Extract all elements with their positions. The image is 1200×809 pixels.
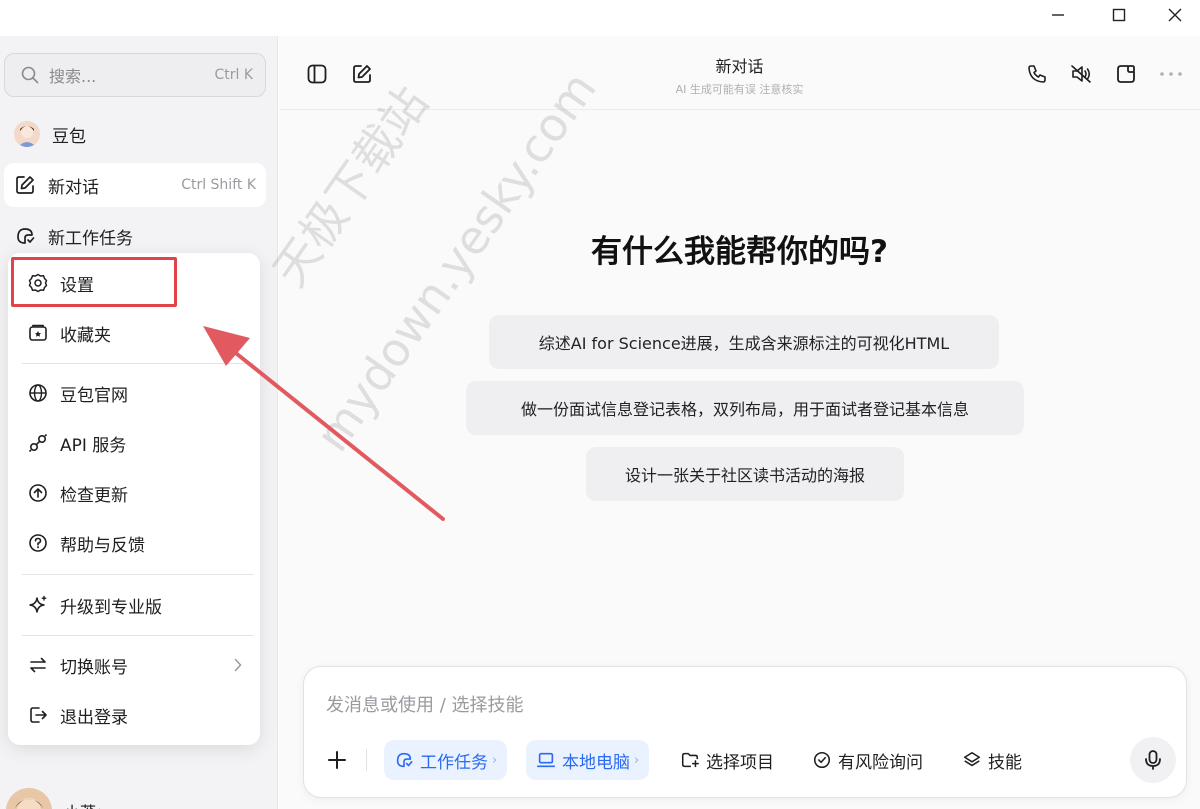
menu-item-upgrade[interactable]: 升级到专业版 <box>14 583 254 627</box>
switch-icon <box>28 655 48 675</box>
close-icon[interactable] <box>1152 0 1198 30</box>
globe-icon <box>28 383 48 403</box>
update-icon <box>28 483 48 503</box>
search-placeholder: 搜索... <box>49 67 97 86</box>
menu-item-website[interactable]: 豆包官网 <box>14 371 254 415</box>
risk-ask-button[interactable]: 有风险询问 <box>812 740 923 780</box>
composer-divider <box>366 749 367 771</box>
risk-ask-label: 有风险询问 <box>838 752 923 773</box>
phone-icon[interactable] <box>1021 58 1053 90</box>
window-titlebar <box>0 0 1200 36</box>
api-icon <box>28 433 48 453</box>
microphone-icon[interactable] <box>1130 737 1176 783</box>
sidebar-item-new-chat[interactable]: 新对话 Ctrl Shift K <box>4 163 266 207</box>
search-shortcut: Ctrl K <box>214 67 253 83</box>
shield-check-icon <box>812 750 832 770</box>
select-project-button[interactable]: 选择项目 <box>680 740 774 780</box>
menu-item-label: 豆包官网 <box>60 385 128 406</box>
work-task-label: 工作任务 <box>420 752 488 773</box>
menu-item-label: 检查更新 <box>60 485 128 506</box>
menu-item-logout[interactable]: 退出登录 <box>14 693 254 737</box>
avatar <box>6 788 52 809</box>
menu-divider <box>22 574 254 575</box>
task-icon <box>14 225 36 247</box>
sidebar-item-new-task[interactable]: 新工作任务 <box>4 214 266 258</box>
menu-item-label: 收藏夹 <box>60 325 111 346</box>
chevron-right-icon <box>234 658 242 672</box>
suggestion-chip[interactable]: 设计一张关于社区读书活动的海报 <box>586 447 904 501</box>
search-input[interactable]: 搜索... Ctrl K <box>4 53 266 97</box>
page-title: 新对话 <box>715 57 764 76</box>
chevron-right-icon: › <box>492 752 498 768</box>
top-bar: 新对话 AI 生成可能有误 注意核实 <box>279 36 1200 110</box>
select-project-label: 选择项目 <box>706 752 774 773</box>
message-composer[interactable]: 发消息或使用 / 选择技能 工作任务 › 本地电脑 › 选择项目 有风险询问 技… <box>303 666 1187 798</box>
mute-icon[interactable] <box>1065 58 1097 90</box>
suggestion-chip[interactable]: 综述AI for Science进展，生成含来源标注的可视化HTML <box>489 315 999 369</box>
skills-button[interactable]: 技能 <box>962 740 1022 780</box>
local-computer-button[interactable]: 本地电脑 › <box>526 740 650 780</box>
menu-item-switch-account[interactable]: 切换账号 <box>14 643 254 687</box>
menu-divider <box>22 635 254 636</box>
menu-item-label: 切换账号 <box>60 657 128 678</box>
window-icon[interactable] <box>1110 58 1142 90</box>
help-icon <box>28 533 48 553</box>
chevron-right-icon: › <box>634 752 640 768</box>
new-chat-icon <box>14 174 36 196</box>
user-chevron: › <box>98 804 103 809</box>
maximize-icon[interactable] <box>1096 0 1142 30</box>
sidebar-item-label: 豆包 <box>52 126 86 147</box>
menu-item-favorites[interactable]: 收藏夹 <box>14 311 254 355</box>
minimize-icon[interactable] <box>1035 0 1081 30</box>
sparkle-icon <box>28 595 48 615</box>
message-input-placeholder[interactable]: 发消息或使用 / 选择技能 <box>326 691 524 717</box>
menu-item-label: 帮助与反馈 <box>60 535 145 556</box>
local-computer-label: 本地电脑 <box>562 752 630 773</box>
add-icon[interactable] <box>326 740 348 780</box>
settings-menu: 设置 收藏夹 豆包官网 API 服务 检查更新 帮助与反馈 升级到专业版 切换账… <box>8 253 260 745</box>
page-subtitle: AI 生成可能有误 注意核实 <box>675 83 804 96</box>
menu-item-help[interactable]: 帮助与反馈 <box>14 521 254 565</box>
welcome-heading: 有什么我能帮你的吗? <box>591 234 888 270</box>
doubao-avatar-icon <box>14 121 40 147</box>
settings-highlight-box <box>11 257 177 307</box>
user-name: 小莽 <box>64 799 96 809</box>
main-panel: 新对话 AI 生成可能有误 注意核实 有什么我能帮你的吗? 综述AI for S… <box>279 36 1200 809</box>
menu-item-check-update[interactable]: 检查更新 <box>14 471 254 515</box>
logout-icon <box>28 705 48 725</box>
suggestion-chip[interactable]: 做一份面试信息登记表格，双列布局，用于面试者登记基本信息 <box>466 381 1024 435</box>
search-icon <box>21 66 39 84</box>
sidebar-item-label: 新工作任务 <box>48 228 133 249</box>
menu-item-label: 退出登录 <box>60 707 128 728</box>
user-profile[interactable]: 小莽 › <box>6 788 103 809</box>
folder-icon <box>680 750 700 770</box>
menu-item-label: 升级到专业版 <box>60 597 162 618</box>
work-task-button[interactable]: 工作任务 › <box>384 740 508 780</box>
layers-icon <box>962 750 982 770</box>
menu-item-api[interactable]: API 服务 <box>14 421 254 465</box>
menu-divider <box>22 363 254 364</box>
favorites-icon <box>28 323 48 343</box>
laptop-icon <box>536 750 556 770</box>
new-chat-shortcut: Ctrl Shift K <box>181 177 256 193</box>
task-icon <box>394 750 414 770</box>
menu-item-label: API 服务 <box>60 435 127 456</box>
skills-label: 技能 <box>988 752 1022 773</box>
sidebar-item-label: 新对话 <box>48 177 99 198</box>
sidebar-item-doubao[interactable]: 豆包 <box>4 112 266 156</box>
more-icon[interactable] <box>1155 58 1187 90</box>
